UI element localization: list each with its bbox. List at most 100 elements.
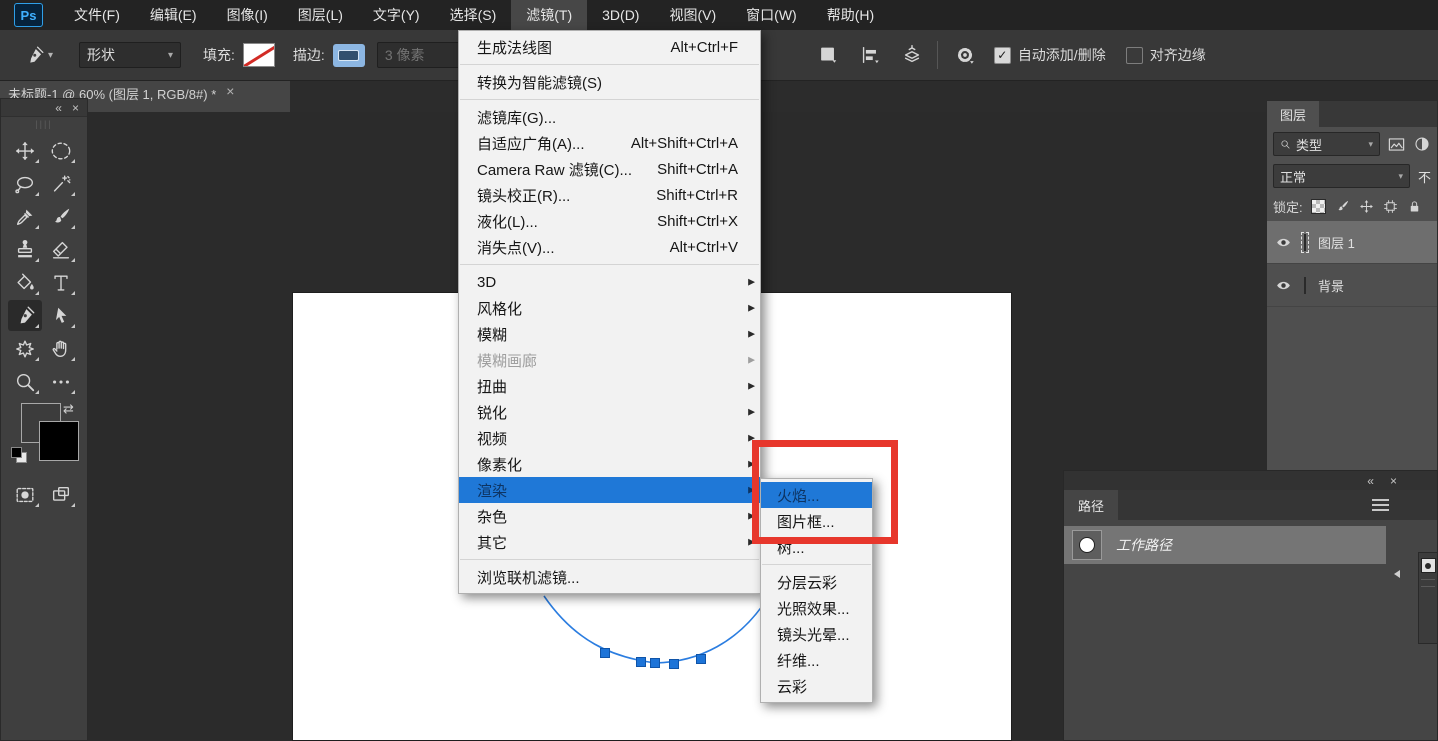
swap-colors-icon[interactable]: ⇄ (63, 401, 74, 417)
menu-item[interactable]: 锐化▶ (459, 399, 760, 425)
menu-item[interactable]: 光照效果... (761, 595, 872, 621)
menubar-item[interactable]: 视图(V) (654, 0, 731, 30)
tool-ellipsis-icon[interactable] (44, 366, 78, 397)
menu-item[interactable]: 其它▶ (459, 529, 760, 555)
options-divider (937, 41, 938, 69)
menubar-item[interactable]: 帮助(H) (812, 0, 889, 30)
tool-preset-caret-icon[interactable]: ▾ (48, 50, 53, 61)
tool-hand-icon[interactable] (44, 333, 78, 364)
tool-paint-bucket-icon[interactable] (8, 267, 42, 298)
docked-panel-edge[interactable] (1418, 552, 1438, 644)
menu-item[interactable]: 分层云彩 (761, 569, 872, 595)
menubar-item[interactable]: 图像(I) (212, 0, 283, 30)
tool-clone-stamp-icon[interactable] (8, 234, 42, 265)
menu-item[interactable]: 渲染▶ (459, 477, 760, 503)
layer-thumbnail[interactable] (1301, 232, 1309, 253)
pen-tool-preset-icon[interactable] (24, 45, 45, 66)
layer-row[interactable]: 背景 (1267, 264, 1437, 307)
shape-mode-select[interactable]: 形状▾ (79, 42, 181, 68)
lock-move-icon[interactable] (1359, 199, 1374, 214)
tool-move-icon[interactable] (8, 135, 42, 166)
menu-item[interactable]: 像素化▶ (459, 451, 760, 477)
menubar-item[interactable]: 编辑(E) (135, 0, 212, 30)
layer-filter-select[interactable]: 类型 ▾ (1273, 132, 1380, 156)
visibility-eye-icon[interactable] (1275, 277, 1292, 294)
tool-brush-icon[interactable] (44, 201, 78, 232)
lock-artboard-icon[interactable] (1383, 199, 1398, 214)
menu-item[interactable]: 杂色▶ (459, 503, 760, 529)
tool-zoom-icon[interactable] (8, 366, 42, 397)
layer-row[interactable]: 图层 1 (1267, 221, 1437, 264)
menu-item[interactable]: 风格化▶ (459, 295, 760, 321)
panel-edge-arrow-icon[interactable] (1394, 570, 1400, 578)
tab-layers[interactable]: 图层 (1267, 101, 1319, 127)
image-filter-icon[interactable] (1387, 135, 1406, 154)
stroke-swatch[interactable] (333, 44, 365, 67)
menu-item[interactable]: 视频▶ (459, 425, 760, 451)
default-colors-icon[interactable] (11, 447, 25, 461)
tool-pen-icon[interactable] (8, 300, 42, 331)
hamburger-menu-icon[interactable] (1372, 499, 1389, 511)
arrange-icon[interactable] (901, 44, 923, 66)
panel-grip[interactable]: |||| (1, 117, 87, 131)
menu-item[interactable]: 扭曲▶ (459, 373, 760, 399)
fill-swatch[interactable] (243, 43, 275, 67)
menu-item[interactable]: 生成法线图Alt+Ctrl+F (459, 34, 760, 60)
menubar-item[interactable]: 窗口(W) (731, 0, 812, 30)
tab-close-icon[interactable]: × (226, 84, 234, 98)
visibility-eye-icon[interactable] (1275, 234, 1292, 251)
menu-item[interactable]: 自适应广角(A)...Alt+Shift+Ctrl+A (459, 130, 760, 156)
close-panel-icon[interactable]: × (72, 102, 79, 114)
menu-item[interactable]: Camera Raw 滤镜(C)...Shift+Ctrl+A (459, 156, 760, 182)
tool-lasso-icon[interactable] (8, 168, 42, 199)
layer-name[interactable]: 背景 (1318, 276, 1344, 295)
blend-mode-select[interactable]: 正常▾ (1273, 164, 1410, 188)
collapse-panel-icon[interactable]: « (55, 102, 62, 114)
layer-thumbnail[interactable] (1301, 275, 1309, 296)
menu-item[interactable]: 纤维... (761, 647, 872, 673)
lock-paint-icon[interactable] (1335, 199, 1350, 214)
menu-item[interactable]: 浏览联机滤镜... (459, 564, 760, 590)
auto-add-delete-checkbox[interactable] (994, 47, 1011, 64)
tool-direct-selection-icon[interactable] (44, 300, 78, 331)
menu-item[interactable]: 消失点(V)...Alt+Ctrl+V (459, 234, 760, 260)
tool-type-icon[interactable] (44, 267, 78, 298)
menubar-item[interactable]: 文字(Y) (358, 0, 435, 30)
tab-paths[interactable]: 路径 (1064, 490, 1118, 520)
menu-item[interactable]: 液化(L)...Shift+Ctrl+X (459, 208, 760, 234)
menu-item[interactable]: 镜头光晕... (761, 621, 872, 647)
tool-eyedropper-icon[interactable] (8, 201, 42, 232)
tool-screen-mode-icon[interactable] (44, 479, 78, 510)
close-panel-icon[interactable]: × (1390, 475, 1397, 487)
menubar-item[interactable]: 图层(L) (283, 0, 358, 30)
tool-custom-shape-icon[interactable] (8, 333, 42, 364)
path-operations-icon[interactable] (817, 44, 839, 66)
menubar-item[interactable]: 文件(F) (59, 0, 135, 30)
layer-name[interactable]: 图层 1 (1318, 233, 1355, 252)
menubar-item[interactable]: 滤镜(T) (511, 0, 587, 30)
menubar-item[interactable]: 选择(S) (435, 0, 512, 30)
tool-quick-mask-icon[interactable] (8, 479, 42, 510)
submenu-arrow-icon: ▶ (748, 381, 755, 392)
tool-ellipse-marquee-icon[interactable] (44, 135, 78, 166)
menu-item[interactable]: 滤镜库(G)... (459, 104, 760, 130)
tool-magic-wand-icon[interactable] (44, 168, 78, 199)
background-color-swatch[interactable] (39, 421, 79, 461)
path-row[interactable]: 工作路径 (1064, 526, 1386, 564)
menu-item[interactable]: 镜头校正(R)...Shift+Ctrl+R (459, 182, 760, 208)
lock-all-icon[interactable] (1407, 199, 1422, 214)
path-name[interactable]: 工作路径 (1116, 535, 1172, 555)
tool-eraser-icon[interactable] (44, 234, 78, 265)
menu-item[interactable]: 云彩 (761, 673, 872, 699)
menu-item[interactable]: 转换为智能滤镜(S) (459, 69, 760, 95)
collapse-panel-icon[interactable]: « (1367, 475, 1374, 487)
align-edges-checkbox[interactable] (1126, 47, 1143, 64)
menu-item[interactable]: 3D▶ (459, 269, 760, 295)
tools-bottom (1, 479, 87, 510)
gear-icon[interactable] (954, 44, 976, 66)
align-icon[interactable] (859, 44, 881, 66)
menubar-item[interactable]: 3D(D) (587, 0, 654, 30)
adjustment-filter-icon[interactable] (1413, 135, 1431, 153)
menu-item[interactable]: 模糊▶ (459, 321, 760, 347)
lock-transparent-icon[interactable] (1311, 199, 1326, 214)
